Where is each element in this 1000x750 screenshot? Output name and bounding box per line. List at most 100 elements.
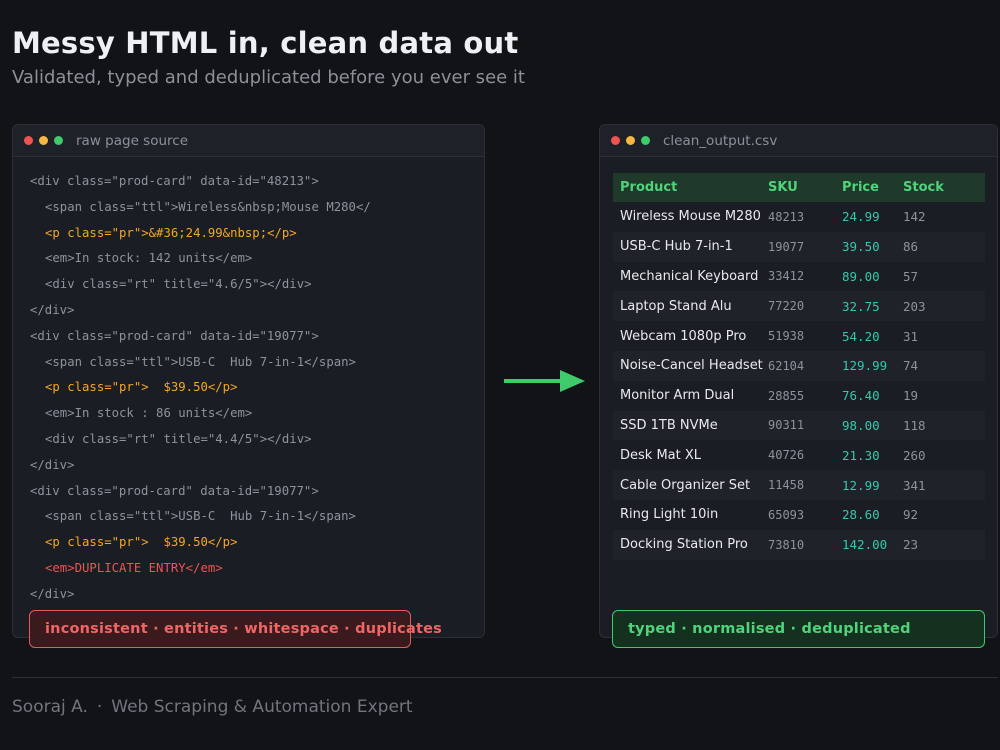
table-header: Product SKU Price Stock — [613, 173, 985, 202]
footer-author: Sooraj A. — [12, 697, 88, 717]
cell-product: Ring Light 10in — [620, 507, 719, 523]
code-line: <em>In stock: 142 units</em> — [45, 251, 253, 266]
code-line: </div> — [30, 302, 75, 317]
cell-stock: 260 — [903, 447, 926, 463]
cell-product: Cable Organizer Set — [620, 477, 751, 493]
cell-price: 21.30 — [842, 447, 880, 463]
raw-source-title: raw page source — [76, 132, 188, 149]
cell-sku: 90311 — [768, 418, 805, 433]
code-line: <em>In stock : 86 units</em> — [45, 406, 253, 421]
table-row: Monitor Arm Dual 28855 76.40 19 — [613, 381, 985, 411]
cell-product: SSD 1TB NVMe — [620, 417, 718, 433]
cell-sku: 28855 — [768, 388, 805, 403]
minimize-dot-icon — [626, 136, 635, 145]
table-row: Docking Station Pro 73810 142.00 23 — [613, 529, 985, 560]
maximize-dot-icon — [641, 136, 650, 145]
table-row: Mechanical Keyboard 33412 89.00 57 — [613, 262, 985, 292]
raw-source-window: raw page source <div class="prod-card" d… — [12, 124, 485, 638]
footer-separator: · — [96, 697, 103, 717]
cell-stock: 341 — [903, 477, 926, 493]
cell-sku: 48213 — [768, 209, 805, 224]
cell-stock: 23 — [903, 537, 919, 553]
cell-product: Noise-Cancel Headset — [620, 358, 763, 374]
code-line: <span class="ttl">USB-C Hub 7-in-1</span… — [45, 354, 356, 369]
code-line-duplicate: <em>DUPLICATE ENTRY</em> — [45, 560, 223, 575]
code-line-price: <p class="pr"> $39.50</p> — [45, 380, 238, 395]
code-line-price: <p class="pr">&#36;24.99&nbsp;</p> — [45, 225, 297, 240]
table-row: Desk Mat XL 40726 21.30 260 — [613, 440, 985, 470]
clean-output-titlebar: clean_output.csv — [600, 125, 997, 157]
cell-price: 98.00 — [842, 417, 880, 433]
code-line: <span class="ttl">USB-C Hub 7-in-1</span… — [45, 509, 356, 524]
code-line: <div class="rt" title="4.6/5"></div> — [45, 277, 312, 292]
cell-sku: 65093 — [768, 507, 805, 522]
cell-product: Wireless Mouse M280 — [620, 209, 761, 225]
cell-product: Mechanical Keyboard — [620, 268, 759, 284]
cell-sku: 19077 — [768, 239, 805, 254]
table-row: Cable Organizer Set 11458 12.99 341 — [613, 470, 985, 500]
code-line: <span class="ttl">Wireless&nbsp;Mouse M2… — [45, 199, 371, 214]
cell-product: Laptop Stand Alu — [620, 298, 732, 314]
cell-price: 39.50 — [842, 239, 880, 255]
cell-product: Desk Mat XL — [620, 447, 702, 463]
code-line: <div class="prod-card" data-id="48213"> — [30, 174, 319, 188]
cell-price: 32.75 — [842, 298, 880, 314]
cell-sku: 73810 — [768, 537, 805, 552]
cell-price: 142.00 — [842, 537, 888, 553]
cell-product: USB-C Hub 7-in-1 — [620, 239, 733, 255]
cell-price: 89.00 — [842, 268, 880, 284]
cell-price: 76.40 — [842, 388, 880, 404]
footer-divider — [12, 677, 998, 678]
table-row: Ring Light 10in 65093 28.60 92 — [613, 500, 985, 530]
cell-price: 54.20 — [842, 328, 880, 344]
close-dot-icon — [611, 136, 620, 145]
quality-badge: typed · normalised · deduplicated — [612, 610, 985, 648]
cell-sku: 33412 — [768, 269, 805, 284]
arrow-right-icon — [504, 370, 585, 392]
code-line: </div> — [30, 457, 75, 472]
cell-stock: 57 — [903, 268, 919, 284]
cell-price: 24.99 — [842, 209, 880, 225]
column-header-product: Product — [620, 180, 678, 195]
code-line: <div class="rt" title="4.4/5"></div> — [45, 431, 312, 446]
cell-product: Docking Station Pro — [620, 537, 748, 553]
cell-stock: 86 — [903, 239, 919, 255]
page-title: Messy HTML in, clean data out — [12, 26, 519, 60]
cell-sku: 11458 — [768, 478, 805, 493]
column-header-sku: SKU — [768, 180, 798, 195]
table-row: Noise-Cancel Headset 62104 129.99 74 — [613, 350, 985, 381]
column-header-price: Price — [842, 180, 879, 195]
cell-product: Webcam 1080p Pro — [620, 328, 747, 344]
cell-price: 129.99 — [842, 358, 888, 374]
footer: Sooraj A. · Web Scraping & Automation Expe… — [12, 697, 413, 717]
page-subtitle: Validated, typed and deduplicated before… — [12, 67, 525, 88]
code-line: <div class="prod-card" data-id="19077"> — [30, 328, 319, 343]
table-row: Wireless Mouse M280 48213 24.99 142 — [613, 202, 985, 232]
cell-stock: 92 — [903, 507, 919, 523]
maximize-dot-icon — [54, 136, 63, 145]
code-block: <div class="prod-card" data-id="48213"> … — [30, 173, 371, 612]
cell-stock: 142 — [903, 209, 926, 225]
cell-stock: 19 — [903, 388, 919, 404]
clean-output-title: clean_output.csv — [663, 132, 778, 149]
table-row: USB-C Hub 7-in-1 19077 39.50 86 — [613, 231, 985, 262]
clean-output-window: clean_output.csv Product SKU Price Stock… — [599, 124, 998, 638]
column-header-stock: Stock — [903, 180, 944, 195]
cell-sku: 77220 — [768, 299, 805, 314]
cell-stock: 203 — [903, 298, 926, 314]
footer-role: Web Scraping & Automation Expert — [111, 697, 413, 717]
output-table: Product SKU Price Stock Wireless Mouse M… — [613, 173, 985, 560]
code-line: </div> — [30, 586, 75, 601]
table-row: Webcam 1080p Pro 51938 54.20 31 — [613, 321, 985, 351]
problems-badge: inconsistent · entities · whitespace · d… — [29, 610, 442, 648]
minimize-dot-icon — [39, 136, 48, 145]
cell-price: 28.60 — [842, 507, 880, 523]
table-row: Laptop Stand Alu 77220 32.75 203 — [613, 291, 985, 322]
cell-sku: 40726 — [768, 448, 805, 463]
raw-source-titlebar: raw page source — [13, 125, 484, 157]
table-row: SSD 1TB NVMe 90311 98.00 118 — [613, 410, 985, 441]
cell-stock: 74 — [903, 358, 919, 374]
cell-product: Monitor Arm Dual — [620, 388, 735, 404]
cell-sku: 51938 — [768, 329, 805, 344]
cell-sku: 62104 — [768, 358, 805, 373]
